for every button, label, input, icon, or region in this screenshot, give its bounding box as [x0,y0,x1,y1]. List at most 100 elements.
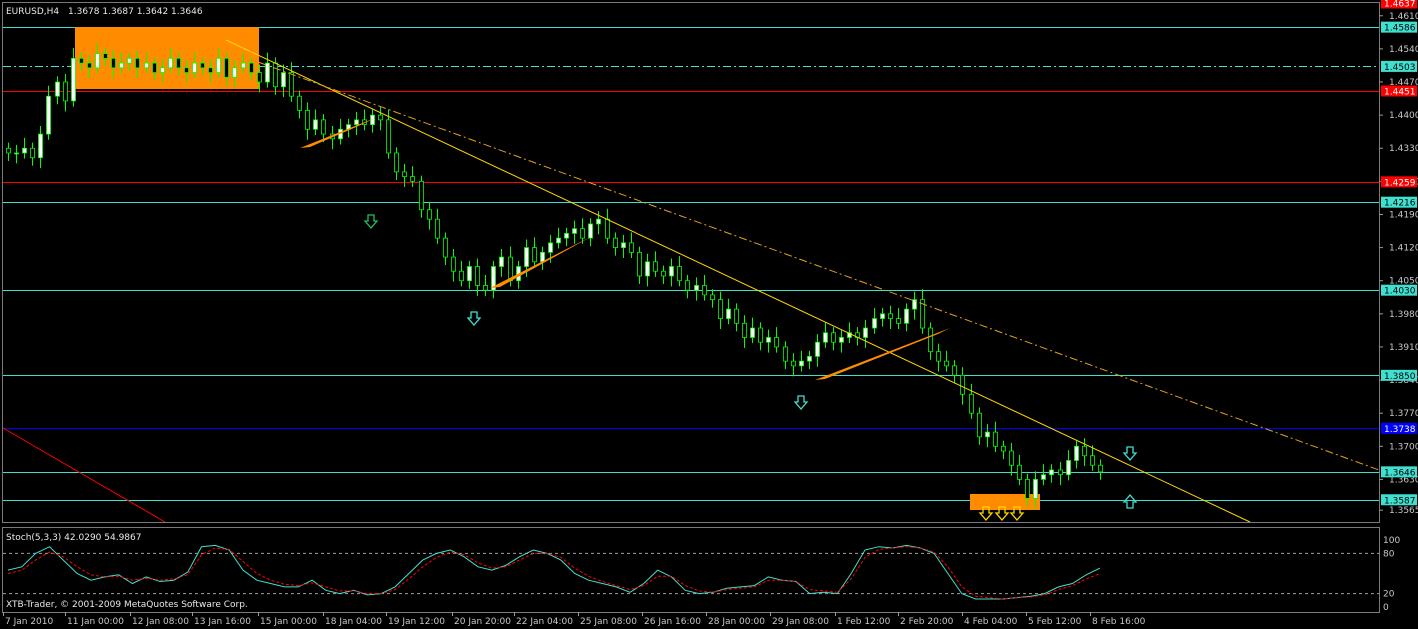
candle-body [71,57,76,102]
candle-body [540,251,545,263]
time-tick-label: 28 Jan 00:00 [708,617,765,627]
price-badge-label: 1.4030 [1384,287,1416,297]
time-tick-label: 1 Feb 12:00 [837,617,891,627]
candle-body [1033,479,1038,499]
candle-body [799,360,804,367]
candle-body [1009,450,1014,466]
candle-body [14,152,19,155]
price-tick-label: 1.4540 [1389,45,1418,55]
candle-body [588,223,593,239]
candle-body [46,95,51,135]
candle-body [669,266,674,277]
time-tick-label: 25 Jan 08:00 [580,617,637,627]
price-badge-label: 1.3738 [1384,425,1416,435]
candle-body [774,337,779,348]
candle-body [103,53,108,59]
candle-body [823,332,828,343]
time-tick-label: 5 Feb 12:00 [1028,617,1082,627]
price-badge-label: 1.4216 [1384,199,1416,209]
candle-body [613,237,618,248]
candle-body [1066,460,1071,476]
candle-body [661,270,666,277]
candle-body [710,294,715,301]
candle-body [993,431,998,447]
price-tick-label: 1.3910 [1389,343,1418,353]
stoch-axis-label: 80 [1383,549,1395,559]
time-tick-label: 12 Jan 08:00 [132,617,189,627]
price-chart[interactable]: 1.46101.45401.44701.44001.43301.42601.41… [0,0,1418,629]
candle-body [944,360,949,367]
candle-body [475,266,480,286]
price-badge-label: 1.4503 [1384,63,1416,73]
ohlc-readout: 1.3678 1.3687 1.3642 1.3646 [68,7,203,17]
candle-body [467,266,472,282]
time-tick-label: 11 Jan 00:00 [67,617,124,627]
candle-body [1049,469,1054,476]
candle-body [208,67,213,73]
candle-body [548,242,553,253]
candle-body [176,57,181,69]
time-tick-label: 4 Feb 04:00 [964,617,1018,627]
candle-body [815,341,820,357]
time-tick-label: 29 Jan 08:00 [772,617,829,627]
candle-body [580,228,585,239]
candle-body [766,337,771,343]
time-tick-label: 18 Jan 04:00 [325,617,382,627]
candle-body [734,308,739,324]
candle-body [394,152,399,173]
candle-body [1001,445,1006,452]
candle-body [629,242,634,253]
candle-body [216,57,221,73]
candle-body [289,72,294,97]
candle-body [1017,464,1022,480]
candle-body [281,72,286,88]
candle-body [184,67,189,73]
price-badge-label: 1.4451 [1384,87,1416,97]
time-tick-label: 2 Feb 20:00 [900,617,954,627]
candle-body [645,261,650,277]
symbol-label: EURUSD,H4 [6,7,59,17]
candle-body [224,57,229,78]
candle-body [880,313,885,319]
candle-body [451,256,456,272]
candle-body [443,237,448,258]
candle-body [354,119,359,125]
stoch-axis-label: 20 [1383,590,1395,600]
candle-body [1041,474,1046,480]
candle-body [459,270,464,282]
candle-body [532,247,537,263]
candle-body [960,374,965,395]
candle-body [556,237,561,244]
candle-body [952,365,957,376]
price-tick-label: 1.3565 [1389,506,1418,516]
candle-body [677,266,682,282]
candle-body [637,251,642,277]
candle-body [6,147,11,154]
candle-body [313,119,318,130]
candle-body [605,218,610,239]
stoch-axis-label: 0 [1383,603,1389,613]
candle-body [63,81,68,102]
candle-body [904,308,909,324]
candle-body [55,81,60,97]
time-tick-label: 19 Jan 12:00 [388,617,445,627]
price-tick-label: 1.4120 [1389,244,1418,254]
candle-body [321,119,326,135]
candle-body [791,360,796,367]
price-tick-label: 1.3980 [1389,310,1418,320]
candle-body [783,346,788,362]
candle-body [38,133,43,159]
stoch-label: Stoch(5,3,3) 42.0290 54.9867 [6,533,141,543]
candle-body [241,62,246,69]
candle-body [596,218,601,225]
candle-body [888,313,893,319]
candle-body [144,62,149,69]
time-tick-label: 15 Jan 00:00 [260,617,317,627]
candle-body [297,95,302,111]
candle-body [135,57,140,69]
candle-body [694,285,699,291]
price-badge-label: 1.4586 [1384,24,1416,34]
candle-body [152,62,157,73]
price-badge-label: 1.4259 [1384,178,1416,188]
candle-body [160,67,165,73]
